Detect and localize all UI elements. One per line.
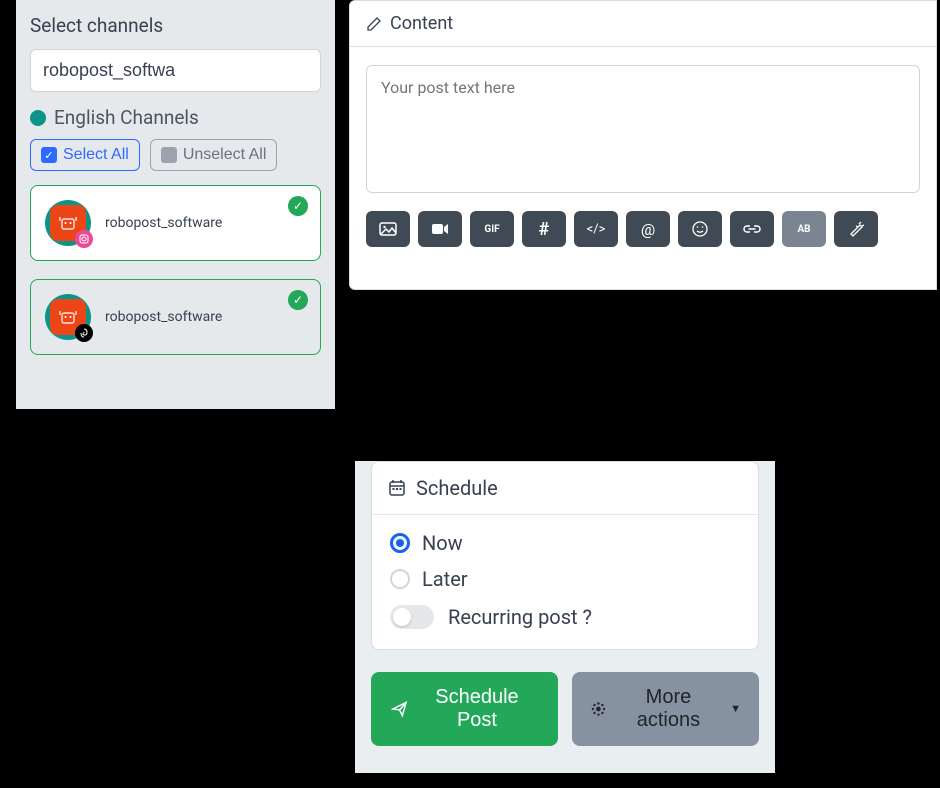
schedule-title: Schedule bbox=[416, 476, 498, 500]
post-textarea[interactable] bbox=[366, 65, 920, 193]
robot-icon bbox=[58, 213, 78, 233]
channel-name-label: robopost_software bbox=[105, 309, 222, 325]
link-button[interactable] bbox=[730, 211, 774, 247]
schedule-body: Now Later Recurring post ? bbox=[372, 515, 758, 649]
schedule-later-label: Later bbox=[422, 567, 468, 591]
case-button[interactable]: AB bbox=[782, 211, 826, 247]
schedule-now-label: Now bbox=[422, 531, 463, 555]
calendar-icon bbox=[388, 479, 406, 497]
recurring-toggle-row: Recurring post ? bbox=[390, 605, 740, 629]
schedule-header: Schedule bbox=[372, 462, 758, 515]
uncheck-icon bbox=[161, 147, 177, 163]
channel-group-title: English Channels bbox=[54, 106, 199, 129]
gif-button[interactable]: GIF bbox=[470, 211, 514, 247]
gear-icon bbox=[590, 700, 607, 718]
hash-icon: # bbox=[539, 219, 550, 240]
group-color-dot bbox=[30, 110, 46, 126]
channel-group-header: English Channels bbox=[30, 106, 321, 129]
action-buttons-row: Schedule Post More actions ▼ bbox=[371, 672, 759, 746]
select-all-label: Select All bbox=[63, 146, 129, 164]
content-header-label: Content bbox=[390, 13, 453, 34]
video-icon bbox=[431, 222, 449, 236]
select-all-button[interactable]: ✓ Select All bbox=[30, 139, 140, 171]
select-buttons-row: ✓ Select All Unselect All bbox=[30, 139, 321, 171]
code-icon: </> bbox=[587, 222, 606, 237]
gif-icon: GIF bbox=[484, 224, 499, 235]
unselect-all-label: Unselect All bbox=[183, 146, 267, 164]
check-icon: ✓ bbox=[41, 147, 57, 163]
channels-panel: Select channels English Channels ✓ Selec… bbox=[16, 0, 335, 409]
image-button[interactable] bbox=[366, 211, 410, 247]
channel-name-label: robopost_software bbox=[105, 215, 222, 231]
content-body: GIF # </> @ AB bbox=[350, 47, 936, 259]
schedule-post-label: Schedule Post bbox=[416, 686, 538, 732]
pencil-icon bbox=[366, 16, 382, 32]
mention-button[interactable]: @ bbox=[626, 211, 670, 247]
more-actions-label: More actions bbox=[615, 686, 722, 732]
content-panel: Content GIF # </> @ AB bbox=[349, 0, 937, 290]
channel-avatar bbox=[45, 200, 91, 246]
schedule-post-button[interactable]: Schedule Post bbox=[371, 672, 558, 746]
channel-avatar bbox=[45, 294, 91, 340]
selected-check-icon: ✓ bbox=[288, 196, 308, 216]
schedule-card: Schedule Now Later Recurring post ? bbox=[371, 461, 759, 650]
image-icon bbox=[379, 222, 397, 236]
case-icon: AB bbox=[797, 224, 810, 235]
link-icon bbox=[743, 222, 761, 236]
schedule-panel: Schedule Now Later Recurring post ? Sche… bbox=[355, 461, 775, 773]
unselect-all-button[interactable]: Unselect All bbox=[150, 139, 278, 171]
selected-check-icon: ✓ bbox=[288, 290, 308, 310]
content-toolbar: GIF # </> @ AB bbox=[366, 211, 920, 247]
caret-down-icon: ▼ bbox=[730, 703, 741, 715]
send-icon bbox=[391, 700, 408, 718]
magic-button[interactable] bbox=[834, 211, 878, 247]
emoji-button[interactable] bbox=[678, 211, 722, 247]
at-icon: @ bbox=[641, 220, 655, 239]
recurring-toggle[interactable] bbox=[390, 605, 434, 629]
code-button[interactable]: </> bbox=[574, 211, 618, 247]
content-header: Content bbox=[350, 1, 936, 47]
smile-icon bbox=[692, 221, 708, 237]
instagram-badge-icon bbox=[75, 230, 93, 248]
robot-icon bbox=[58, 307, 78, 327]
schedule-later-radio[interactable]: Later bbox=[390, 567, 740, 591]
threads-badge-icon bbox=[75, 324, 93, 342]
channel-card[interactable]: ✓ robopost_software bbox=[30, 279, 321, 355]
radio-selected-icon bbox=[390, 533, 410, 553]
channels-title: Select channels bbox=[30, 14, 321, 37]
more-actions-button[interactable]: More actions ▼ bbox=[572, 672, 759, 746]
magic-icon bbox=[848, 221, 864, 237]
channel-search-input[interactable] bbox=[30, 49, 321, 92]
radio-unselected-icon bbox=[390, 569, 410, 589]
channel-card[interactable]: ✓ robopost_software bbox=[30, 185, 321, 261]
hashtag-button[interactable]: # bbox=[522, 211, 566, 247]
schedule-now-radio[interactable]: Now bbox=[390, 531, 740, 555]
video-button[interactable] bbox=[418, 211, 462, 247]
recurring-label: Recurring post ? bbox=[448, 605, 592, 629]
